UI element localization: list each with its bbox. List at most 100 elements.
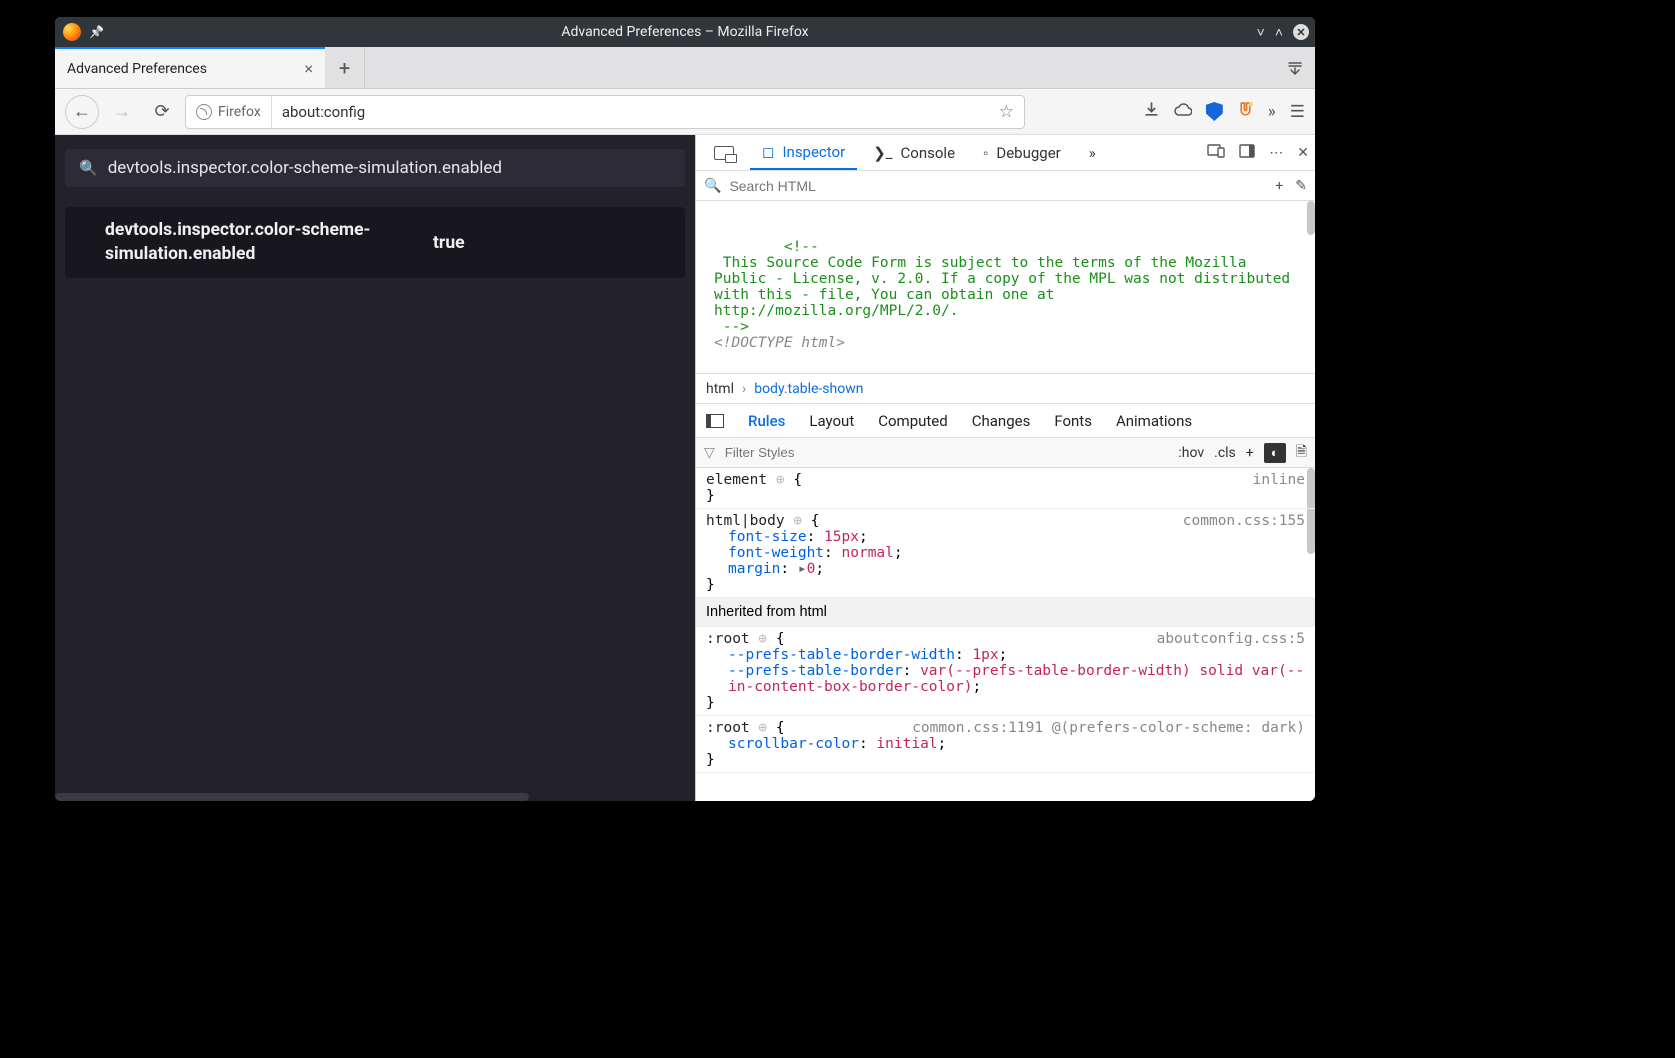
subtab-computed[interactable]: Computed bbox=[878, 412, 948, 430]
tab-debugger[interactable]: ◦ Debugger bbox=[971, 135, 1073, 170]
inherited-from-header: Inherited from html bbox=[696, 598, 1315, 627]
css-value[interactable]: 1px bbox=[972, 647, 998, 663]
css-property[interactable]: --prefs-table-border bbox=[728, 663, 903, 679]
rule-element[interactable]: inline element ⊕ {} bbox=[696, 468, 1315, 509]
console-icon: ❯_ bbox=[873, 144, 892, 162]
url-text[interactable]: about:config bbox=[272, 103, 989, 121]
css-property[interactable]: font-weight bbox=[728, 545, 824, 561]
inspector-icon: ◻ bbox=[762, 143, 774, 161]
rule-html-body[interactable]: common.css:155 html|body ⊕ { font-size: … bbox=[696, 509, 1315, 598]
css-rules-view[interactable]: inline element ⊕ {} common.css:155 html|… bbox=[696, 468, 1315, 801]
rule-selector: :root bbox=[706, 720, 750, 736]
horizontal-scrollbar[interactable] bbox=[55, 793, 695, 801]
css-property[interactable]: --prefs-table-border-width bbox=[728, 647, 955, 663]
filter-styles-input[interactable] bbox=[725, 445, 1169, 460]
add-rule-icon[interactable]: + bbox=[1246, 445, 1254, 461]
crumb-html[interactable]: html bbox=[706, 381, 734, 397]
pref-value: true bbox=[433, 233, 465, 253]
html-search-bar: 🔍 + ✎ bbox=[696, 171, 1315, 201]
toggle-pane-icon[interactable] bbox=[706, 414, 724, 428]
rule-source[interactable]: common.css:155 bbox=[1183, 513, 1305, 529]
css-value[interactable]: normal bbox=[842, 545, 894, 561]
new-tab-button[interactable]: + bbox=[325, 47, 365, 88]
about-config-page: 🔍 devtools.inspector.color-scheme-simula… bbox=[55, 135, 695, 801]
pseudo-hov-toggle[interactable]: :hov bbox=[1178, 445, 1204, 461]
cloud-icon[interactable] bbox=[1174, 102, 1192, 122]
dock-side-icon[interactable] bbox=[1239, 144, 1255, 162]
identity-box[interactable]: Firefox bbox=[186, 96, 272, 128]
devtools-close-icon[interactable]: ✕ bbox=[1297, 145, 1309, 161]
search-icon: 🔍 bbox=[704, 178, 721, 194]
firefox-brand-icon bbox=[196, 104, 212, 120]
html-search-input[interactable] bbox=[729, 178, 1267, 194]
overflow-icon[interactable]: » bbox=[1268, 102, 1276, 122]
close-tab-button[interactable]: × bbox=[304, 59, 313, 78]
tab-inspector[interactable]: ◻ Inspector bbox=[750, 135, 857, 170]
back-button[interactable]: ← bbox=[65, 95, 99, 129]
devtools-tabs-overflow[interactable]: » bbox=[1077, 135, 1108, 170]
subtab-changes[interactable]: Changes bbox=[972, 412, 1031, 430]
close-window-button[interactable]: ✕ bbox=[1293, 24, 1309, 40]
shield-icon[interactable] bbox=[1206, 102, 1223, 121]
identity-label: Firefox bbox=[218, 104, 261, 120]
debugger-icon: ◦ bbox=[983, 144, 988, 162]
css-value[interactable]: 15px bbox=[824, 529, 859, 545]
list-all-tabs-button[interactable] bbox=[1275, 47, 1315, 88]
print-media-icon[interactable]: 🗎 bbox=[1296, 441, 1307, 465]
devtools-menu-icon[interactable]: ⋯ bbox=[1269, 145, 1283, 161]
tab-strip: Advanced Preferences × + bbox=[55, 47, 1315, 89]
maximize-button[interactable]: ˄ bbox=[1275, 24, 1283, 41]
subtab-fonts[interactable]: Fonts bbox=[1054, 412, 1092, 430]
magnet-icon[interactable] bbox=[1237, 101, 1254, 123]
css-property[interactable]: font-size bbox=[728, 529, 807, 545]
css-property[interactable]: margin bbox=[728, 561, 780, 577]
bookmark-star-icon[interactable]: ☆ bbox=[989, 102, 1024, 122]
rule-source[interactable]: inline bbox=[1253, 472, 1305, 488]
css-value[interactable]: initial bbox=[876, 736, 937, 752]
subtab-layout[interactable]: Layout bbox=[809, 412, 854, 430]
firefox-window: Advanced Preferences – Mozilla Firefox ˅… bbox=[55, 17, 1315, 801]
tab-inspector-label: Inspector bbox=[782, 143, 845, 161]
doctype-node: <!DOCTYPE html> bbox=[714, 335, 845, 351]
rule-root-aboutconfig[interactable]: aboutconfig.css:5 :root ⊕ { --prefs-tabl… bbox=[696, 627, 1315, 716]
html-comment: <!-- This Source Code Form is subject to… bbox=[714, 239, 1299, 335]
minimize-button[interactable]: ˅ bbox=[1257, 24, 1265, 41]
search-icon: 🔍 bbox=[79, 159, 98, 177]
dom-breadcrumb[interactable]: html › body.table-shown bbox=[696, 374, 1315, 404]
light-dark-toggle-icon[interactable]: ◐ bbox=[1264, 443, 1286, 463]
vertical-scrollbar[interactable] bbox=[1307, 201, 1315, 235]
css-property[interactable]: scrollbar-color bbox=[728, 736, 859, 752]
window-title: Advanced Preferences – Mozilla Firefox bbox=[561, 24, 808, 40]
pref-search-box[interactable]: 🔍 devtools.inspector.color-scheme-simula… bbox=[65, 149, 685, 187]
nav-toolbar: ← → ⟳ Firefox about:config ☆ » ☰ bbox=[55, 89, 1315, 135]
add-node-icon[interactable]: + bbox=[1275, 178, 1283, 194]
url-bar[interactable]: Firefox about:config ☆ bbox=[185, 95, 1025, 129]
crumb-body[interactable]: body.table-shown bbox=[754, 381, 863, 397]
css-value[interactable]: 0 bbox=[807, 561, 816, 577]
cls-toggle[interactable]: .cls bbox=[1214, 445, 1236, 461]
rule-root-dark[interactable]: common.css:1191 @(prefers-color-scheme: … bbox=[696, 716, 1315, 773]
subtab-animations[interactable]: Animations bbox=[1116, 412, 1192, 430]
rules-pane-tabs: Rules Layout Computed Changes Fonts Anim… bbox=[696, 404, 1315, 438]
subtab-rules[interactable]: Rules bbox=[748, 412, 785, 430]
downloads-icon[interactable] bbox=[1143, 101, 1160, 123]
responsive-design-icon[interactable] bbox=[1207, 144, 1225, 162]
devtools-toolbar: ◻ Inspector ❯_ Console ◦ Debugger » bbox=[696, 135, 1315, 171]
iframe-picker-button[interactable] bbox=[702, 135, 746, 170]
pref-search-value: devtools.inspector.color-scheme-simulati… bbox=[108, 158, 502, 178]
chevron-right-icon: › bbox=[742, 381, 746, 397]
pin-icon[interactable] bbox=[89, 24, 104, 40]
hamburger-menu-icon[interactable]: ☰ bbox=[1290, 102, 1305, 122]
rule-source[interactable]: common.css:1191 @(prefers-color-scheme: … bbox=[912, 720, 1305, 736]
browser-tab[interactable]: Advanced Preferences × bbox=[55, 47, 325, 88]
firefox-logo-icon bbox=[63, 23, 81, 41]
rule-source[interactable]: aboutconfig.css:5 bbox=[1157, 631, 1305, 647]
tab-console-label: Console bbox=[901, 144, 956, 162]
eyedropper-icon[interactable]: ✎ bbox=[1295, 178, 1307, 194]
reload-button[interactable]: ⟳ bbox=[145, 95, 179, 129]
tab-title: Advanced Preferences bbox=[67, 61, 207, 77]
pref-row[interactable]: devtools.inspector.color-scheme-simulati… bbox=[65, 207, 685, 278]
tab-console[interactable]: ❯_ Console bbox=[861, 135, 967, 170]
rule-selector: html|body bbox=[706, 513, 785, 529]
dom-tree[interactable]: <!-- This Source Code Form is subject to… bbox=[696, 201, 1315, 374]
